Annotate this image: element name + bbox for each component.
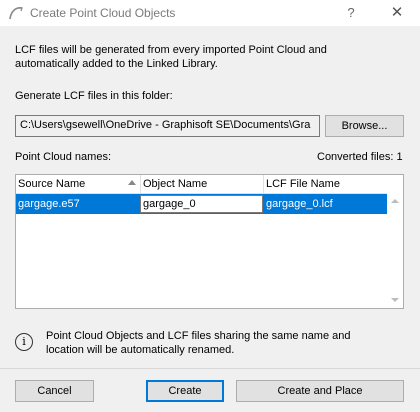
browse-button[interactable]: Browse... — [325, 115, 404, 137]
cancel-button[interactable]: Cancel — [15, 380, 94, 402]
column-header-lcf-file-name[interactable]: LCF File Name — [264, 175, 388, 193]
cancel-button-label: Cancel — [37, 385, 72, 397]
window-title: Create Point Cloud Objects — [30, 6, 176, 20]
divider — [0, 368, 420, 369]
object-name-input[interactable]: gargage_0 — [140, 195, 263, 213]
point-cloud-table[interactable]: Source Name Object Name LCF File Name ga… — [15, 174, 404, 309]
folder-path-value: C:\Users\gsewell\OneDrive - Graphisoft S… — [20, 119, 311, 131]
archicad-icon — [9, 7, 23, 20]
column-header-label: LCF File Name — [266, 178, 340, 190]
table-row[interactable]: gargage.e57 gargage_0 gargage_0.lcf — [16, 194, 388, 214]
close-button[interactable]: ✕ — [385, 3, 409, 23]
info-icon: i — [15, 333, 33, 351]
intro-text-line2: automatically added to the Linked Librar… — [15, 58, 218, 70]
converted-files-count: Converted files: 1 — [317, 151, 403, 163]
help-button[interactable]: ? — [340, 3, 362, 23]
create-button[interactable]: Create — [146, 380, 224, 402]
info-text-line1: Point Cloud Objects and LCF files sharin… — [46, 330, 351, 342]
folder-path-field[interactable]: C:\Users\gsewell\OneDrive - Graphisoft S… — [15, 115, 320, 137]
cell-lcf-file-name: gargage_0.lcf — [266, 198, 333, 210]
create-and-place-button-label: Create and Place — [277, 385, 363, 397]
point-cloud-names-label: Point Cloud names: — [15, 151, 111, 163]
table-header: Source Name Object Name LCF File Name — [16, 175, 388, 194]
browse-button-label: Browse... — [341, 120, 388, 132]
scroll-down-icon[interactable] — [391, 298, 399, 302]
cell-source-name: gargage.e57 — [18, 198, 80, 210]
column-header-object-name[interactable]: Object Name — [141, 175, 264, 193]
column-header-source-name[interactable]: Source Name — [16, 175, 141, 193]
folder-label: Generate LCF files in this folder: — [15, 90, 173, 102]
vertical-scrollbar[interactable] — [387, 175, 403, 308]
column-header-label: Object Name — [143, 178, 208, 190]
column-header-label: Source Name — [18, 178, 86, 190]
create-and-place-button[interactable]: Create and Place — [236, 380, 404, 402]
scroll-up-icon[interactable] — [391, 199, 399, 203]
sort-ascending-icon — [128, 180, 136, 185]
title-bar: Create Point Cloud Objects ? ✕ — [0, 0, 420, 26]
intro-text-line1: LCF files will be generated from every i… — [15, 44, 327, 56]
info-text-line2: location will be automatically renamed. — [46, 344, 235, 356]
create-button-label: Create — [168, 385, 202, 397]
